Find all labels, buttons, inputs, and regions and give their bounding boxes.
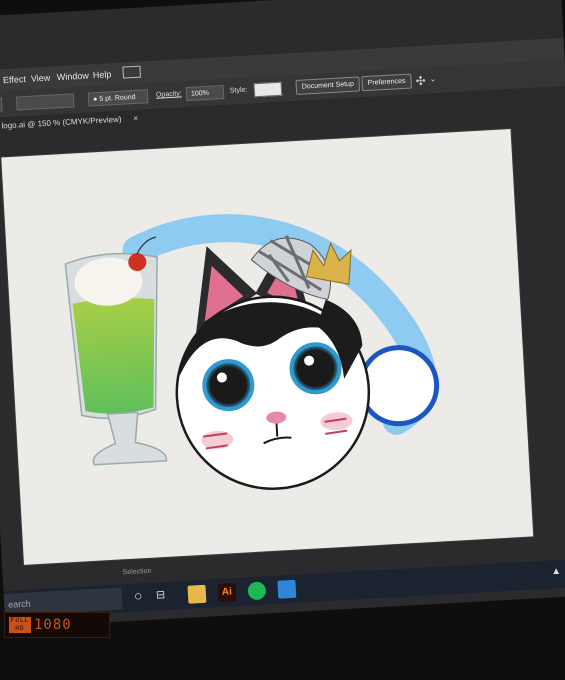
full-hd-label: FULL HD [9,617,31,633]
menu-item-window[interactable]: Window [57,70,90,82]
sparkle-icon[interactable]: ✣ [415,74,426,89]
task-view-icon[interactable]: ⊟ [156,588,166,601]
brush-definition-field[interactable]: ● 5 pt. Round [87,89,149,107]
logo-artwork [64,214,440,490]
tab-close-icon[interactable]: × [133,114,138,123]
resolution-label: 1080 [34,617,72,633]
illustrator-window: ct Effect View Window Help ● 5 pt. Round… [0,0,565,628]
notification-icon[interactable]: ▲ [551,566,562,578]
illustrator-icon[interactable]: Ai [217,583,237,603]
windows-taskbar: earch ○ ⊟ Ai ▲ 1 [3,558,565,620]
screen-area: ct Effect View Window Help ● 5 pt. Round… [0,0,565,680]
file-explorer-icon[interactable] [187,584,207,604]
style-swatch[interactable] [253,81,283,98]
stroke-field[interactable] [15,93,75,111]
menu-item-help[interactable]: Help [93,69,112,80]
right-eye [289,342,342,395]
selection-label: Selection [122,567,152,577]
photos-icon[interactable] [277,579,297,599]
preferences-button[interactable]: Preferences [361,73,412,92]
left-eye [202,359,255,412]
monitor-photo: ct Effect View Window Help ● 5 pt. Round… [0,0,565,680]
document-setup-button[interactable]: Document Setup [295,76,361,95]
menu-item-effect[interactable]: Effect [3,74,26,85]
arrange-documents-icon[interactable] [122,65,142,79]
full-hd-badge: FULL HD 1080 [4,612,110,638]
document-tab-title[interactable]: logo.ai @ 150 % (CMYK/Preview) [1,115,121,131]
spotify-icon[interactable] [247,581,267,601]
fill-swatch[interactable] [0,97,3,113]
opacity-label: Opacity: [155,90,182,99]
blue-ring [358,345,440,427]
brush-label: 5 pt. Round [99,93,136,103]
chevron-down-icon[interactable]: ⌄ [429,74,436,83]
menu-item-view[interactable]: View [31,73,51,84]
opacity-field[interactable]: 100% [185,84,225,102]
cortana-icon[interactable]: ○ [133,587,142,603]
artboard [1,129,534,565]
cream-soda-glass [64,236,168,466]
style-label: Style: [229,86,248,95]
